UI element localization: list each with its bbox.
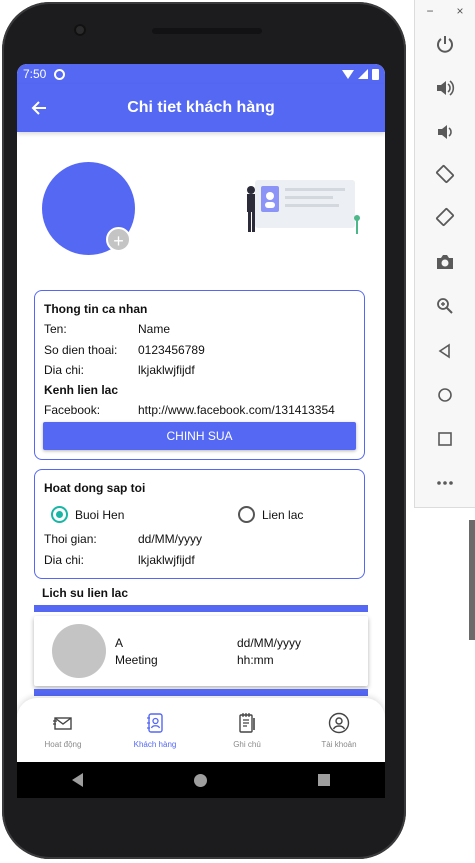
history-bottom-bar <box>34 689 368 696</box>
activity-row-time: Thoi gian: dd/MM/yyyy <box>44 532 202 546</box>
rotate-right-icon <box>436 208 454 226</box>
emulator-toolbar: − × <box>414 0 475 508</box>
info-row-name: Ten: Name <box>44 322 170 336</box>
battery-icon <box>372 68 379 80</box>
zoom-button[interactable] <box>431 292 459 320</box>
volume-down-icon <box>438 125 452 139</box>
emulator-window-controls: − × <box>415 0 475 20</box>
radio-meeting[interactable]: Buoi Hen <box>51 506 124 523</box>
add-avatar-button[interactable]: + <box>106 227 131 252</box>
time-label: Thoi gian: <box>44 532 97 546</box>
signal-icon <box>358 69 368 79</box>
customer-detail-content[interactable]: + Thong tin ca nhan Ten: Name So dien th… <box>17 132 385 698</box>
personal-info-heading: Thong tin ca nhan <box>44 302 148 316</box>
activity-address-value: lkjaklwjfijdf <box>138 553 195 567</box>
system-recents-icon[interactable] <box>317 774 330 786</box>
facebook-label: Facebook: <box>44 403 101 417</box>
emulator-more-button[interactable] <box>431 469 459 497</box>
nav-label-activity: Hoat động <box>44 739 82 749</box>
zoom-icon <box>437 298 453 314</box>
nav-item-account[interactable]: Tài khoản <box>293 698 385 762</box>
app-screen: 7:50 Chi tiet khách hàng + Thong tin ca … <box>17 64 385 762</box>
power-icon <box>437 36 453 53</box>
radio-unchecked-icon <box>238 506 255 523</box>
history-list-item[interactable]: A Meeting dd/MM/yyyy hh:mm <box>34 616 368 686</box>
status-time: 7:50 <box>23 67 47 81</box>
system-back-icon[interactable] <box>72 773 84 787</box>
upcoming-activity-card: Hoat dong sap toi Buoi Hen Lien lac Thoi… <box>34 469 365 579</box>
address-label: Dia chi: <box>44 363 85 377</box>
radio-contact-label: Lien lac <box>262 507 304 522</box>
edit-button[interactable]: CHINH SUA <box>43 422 356 450</box>
camera-icon <box>437 255 453 269</box>
rotate-left-icon <box>436 165 454 183</box>
upcoming-activity-heading: Hoat dong sap toi <box>44 481 146 495</box>
nav-label-customers: Khách hàng <box>133 739 177 749</box>
history-name: A <box>115 636 124 650</box>
nav-item-activity[interactable]: Hoat động <box>17 698 109 762</box>
nav-label-notes: Ghi chú <box>233 739 261 749</box>
screenshot-button[interactable] <box>431 248 459 276</box>
emulator-back-button[interactable] <box>431 337 459 365</box>
home-icon <box>438 388 452 402</box>
contact-channel-heading: Kenh lien lac <box>44 383 119 397</box>
radio-meeting-label: Buoi Hen <box>75 507 125 522</box>
rotate-left-button[interactable] <box>431 160 459 188</box>
system-navigation-bar <box>17 762 385 798</box>
info-row-address: Dia chi: lkjaklwjfijdf <box>44 363 195 377</box>
history-heading: Lich su lien lac <box>42 586 129 600</box>
name-label: Ten: <box>44 322 67 336</box>
close-button[interactable]: × <box>456 4 463 20</box>
status-bar: 7:50 <box>17 64 385 84</box>
history-top-bar <box>34 605 368 612</box>
personal-info-card: Thong tin ca nhan Ten: Name So dien thoa… <box>34 290 365 460</box>
contacts-book-icon <box>147 712 163 733</box>
history-type: Meeting <box>115 653 158 667</box>
radio-contact[interactable]: Lien lac <box>238 506 303 523</box>
contact-card-illustration <box>247 180 360 234</box>
name-value: Name <box>138 322 171 336</box>
bottom-navigation: Hoat động Khách hàng Ghi chú Tài khoản <box>17 698 385 762</box>
info-row-phone: So dien thoai: 0123456789 <box>44 343 205 357</box>
back-icon <box>438 343 450 359</box>
account-circle-icon <box>328 712 350 733</box>
nav-item-customers[interactable]: Khách hàng <box>109 698 201 762</box>
front-camera <box>74 24 86 36</box>
history-time: hh:mm <box>237 653 274 667</box>
power-button[interactable] <box>431 30 459 58</box>
wifi-icon <box>342 69 354 79</box>
earpiece-speaker <box>152 28 262 34</box>
rotate-right-button[interactable] <box>431 203 459 231</box>
info-row-facebook: Facebook: http://www.facebook.com/131413… <box>44 403 335 417</box>
overview-icon <box>438 432 452 446</box>
notepad-icon <box>239 712 255 733</box>
mail-icon <box>53 716 72 730</box>
time-value[interactable]: dd/MM/yyyy <box>138 532 202 546</box>
phone-value: 0123456789 <box>138 343 205 357</box>
history-avatar <box>52 624 106 678</box>
back-button[interactable] <box>17 84 61 132</box>
page-title: Chi tiet khách hàng <box>127 99 275 116</box>
activity-row-address: Dia chi: lkjaklwjfijdf <box>44 553 195 567</box>
nav-label-account: Tài khoản <box>321 739 357 749</box>
phone-label: So dien thoai: <box>44 343 118 357</box>
volume-up-button[interactable] <box>431 74 459 102</box>
arrow-left-icon <box>31 101 46 115</box>
system-home-icon[interactable] <box>193 773 207 787</box>
address-value: lkjaklwjfijdf <box>138 363 195 377</box>
minimize-button[interactable]: − <box>426 4 433 20</box>
more-icon <box>437 481 453 485</box>
app-bar: Chi tiet khách hàng <box>17 84 385 132</box>
radio-checked-icon <box>51 506 68 523</box>
sync-icon <box>54 68 66 80</box>
volume-up-icon <box>437 80 455 96</box>
activity-address-label: Dia chi: <box>44 553 85 567</box>
volume-down-button[interactable] <box>431 118 459 146</box>
emulator-overview-button[interactable] <box>431 425 459 453</box>
facebook-link[interactable]: http://www.facebook.com/131413354 <box>138 403 335 417</box>
nav-item-notes[interactable]: Ghi chú <box>201 698 293 762</box>
emulator-edge-decoration <box>469 520 475 640</box>
history-date: dd/MM/yyyy <box>237 636 302 650</box>
emulator-home-button[interactable] <box>431 381 459 409</box>
